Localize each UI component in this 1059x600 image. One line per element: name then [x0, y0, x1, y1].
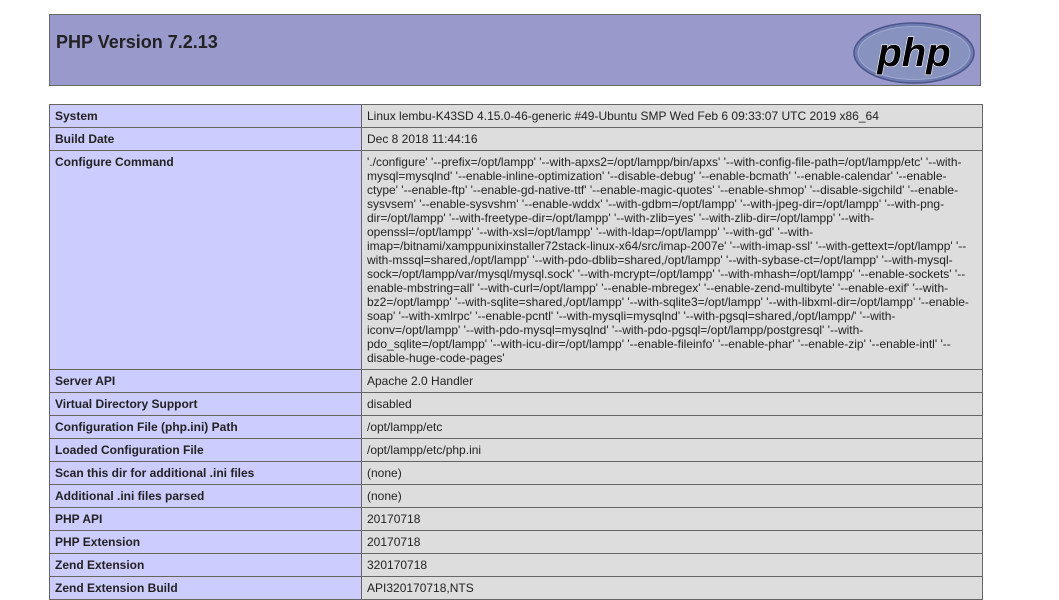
row-value: 320170718: [361, 553, 983, 577]
row-key: Scan this dir for additional .ini files: [49, 461, 362, 485]
row-key: Virtual Directory Support: [49, 392, 362, 416]
table-row: Loaded Configuration File/opt/lampp/etc/…: [49, 438, 983, 462]
row-value: /opt/lampp/etc/php.ini: [361, 438, 983, 462]
row-key: Build Date: [49, 127, 362, 151]
table-row: Server API Apache 2.0 Handler: [49, 369, 983, 393]
row-key: Loaded Configuration File: [49, 438, 362, 462]
row-key: Additional .ini files parsed: [49, 484, 362, 508]
row-value: API320170718,NTS: [361, 576, 983, 600]
table-row: Configure Command './configure' '--prefix…: [49, 150, 983, 370]
row-value: (none): [361, 484, 983, 508]
table-row: Additional .ini files parsed (none): [49, 484, 983, 508]
php-version-header: PHP Version 7.2.13 php: [49, 14, 981, 86]
table-row: PHP API 20170718: [49, 507, 983, 531]
table-row: Virtual Directory Support disabled: [49, 392, 983, 416]
table-row: PHP Extension 20170718: [49, 530, 983, 554]
row-value: (none): [361, 461, 983, 485]
table-row: Zend Extension Build API320170718,NTS: [49, 576, 983, 600]
row-key: Configure Command: [49, 150, 362, 370]
row-key: Zend Extension Build: [49, 576, 362, 600]
row-value: /opt/lampp/etc: [361, 415, 983, 439]
row-value: 20170718: [361, 530, 983, 554]
row-key: Server API: [49, 369, 362, 393]
php-logo-text: php: [876, 31, 950, 75]
row-key: Zend Extension: [49, 553, 362, 577]
row-key: PHP API: [49, 507, 362, 531]
table-row: Scan this dir for additional .ini files(…: [49, 461, 983, 485]
row-value: './configure' '--prefix=/opt/lampp' '--w…: [361, 150, 983, 370]
php-logo-icon: php: [853, 22, 975, 84]
php-info-table: System Linux lembu-K43SD 4.15.0-46-generi…: [49, 104, 983, 600]
table-row: Build Date Dec 8 2018 11:44:16: [49, 127, 983, 151]
page-title: PHP Version 7.2.13: [56, 32, 218, 52]
row-key: System: [49, 104, 362, 128]
table-row: Zend Extension 320170718: [49, 553, 983, 577]
row-key: Configuration File (php.ini) Path: [49, 415, 362, 439]
table-row: Configuration File (php.ini) Path/opt/la…: [49, 415, 983, 439]
row-value: Linux lembu-K43SD 4.15.0-46-generic #49-…: [361, 104, 983, 128]
row-key: PHP Extension: [49, 530, 362, 554]
table-row: System Linux lembu-K43SD 4.15.0-46-generi…: [49, 104, 983, 128]
row-value: disabled: [361, 392, 983, 416]
row-value: 20170718: [361, 507, 983, 531]
row-value: Apache 2.0 Handler: [361, 369, 983, 393]
row-value: Dec 8 2018 11:44:16: [361, 127, 983, 151]
